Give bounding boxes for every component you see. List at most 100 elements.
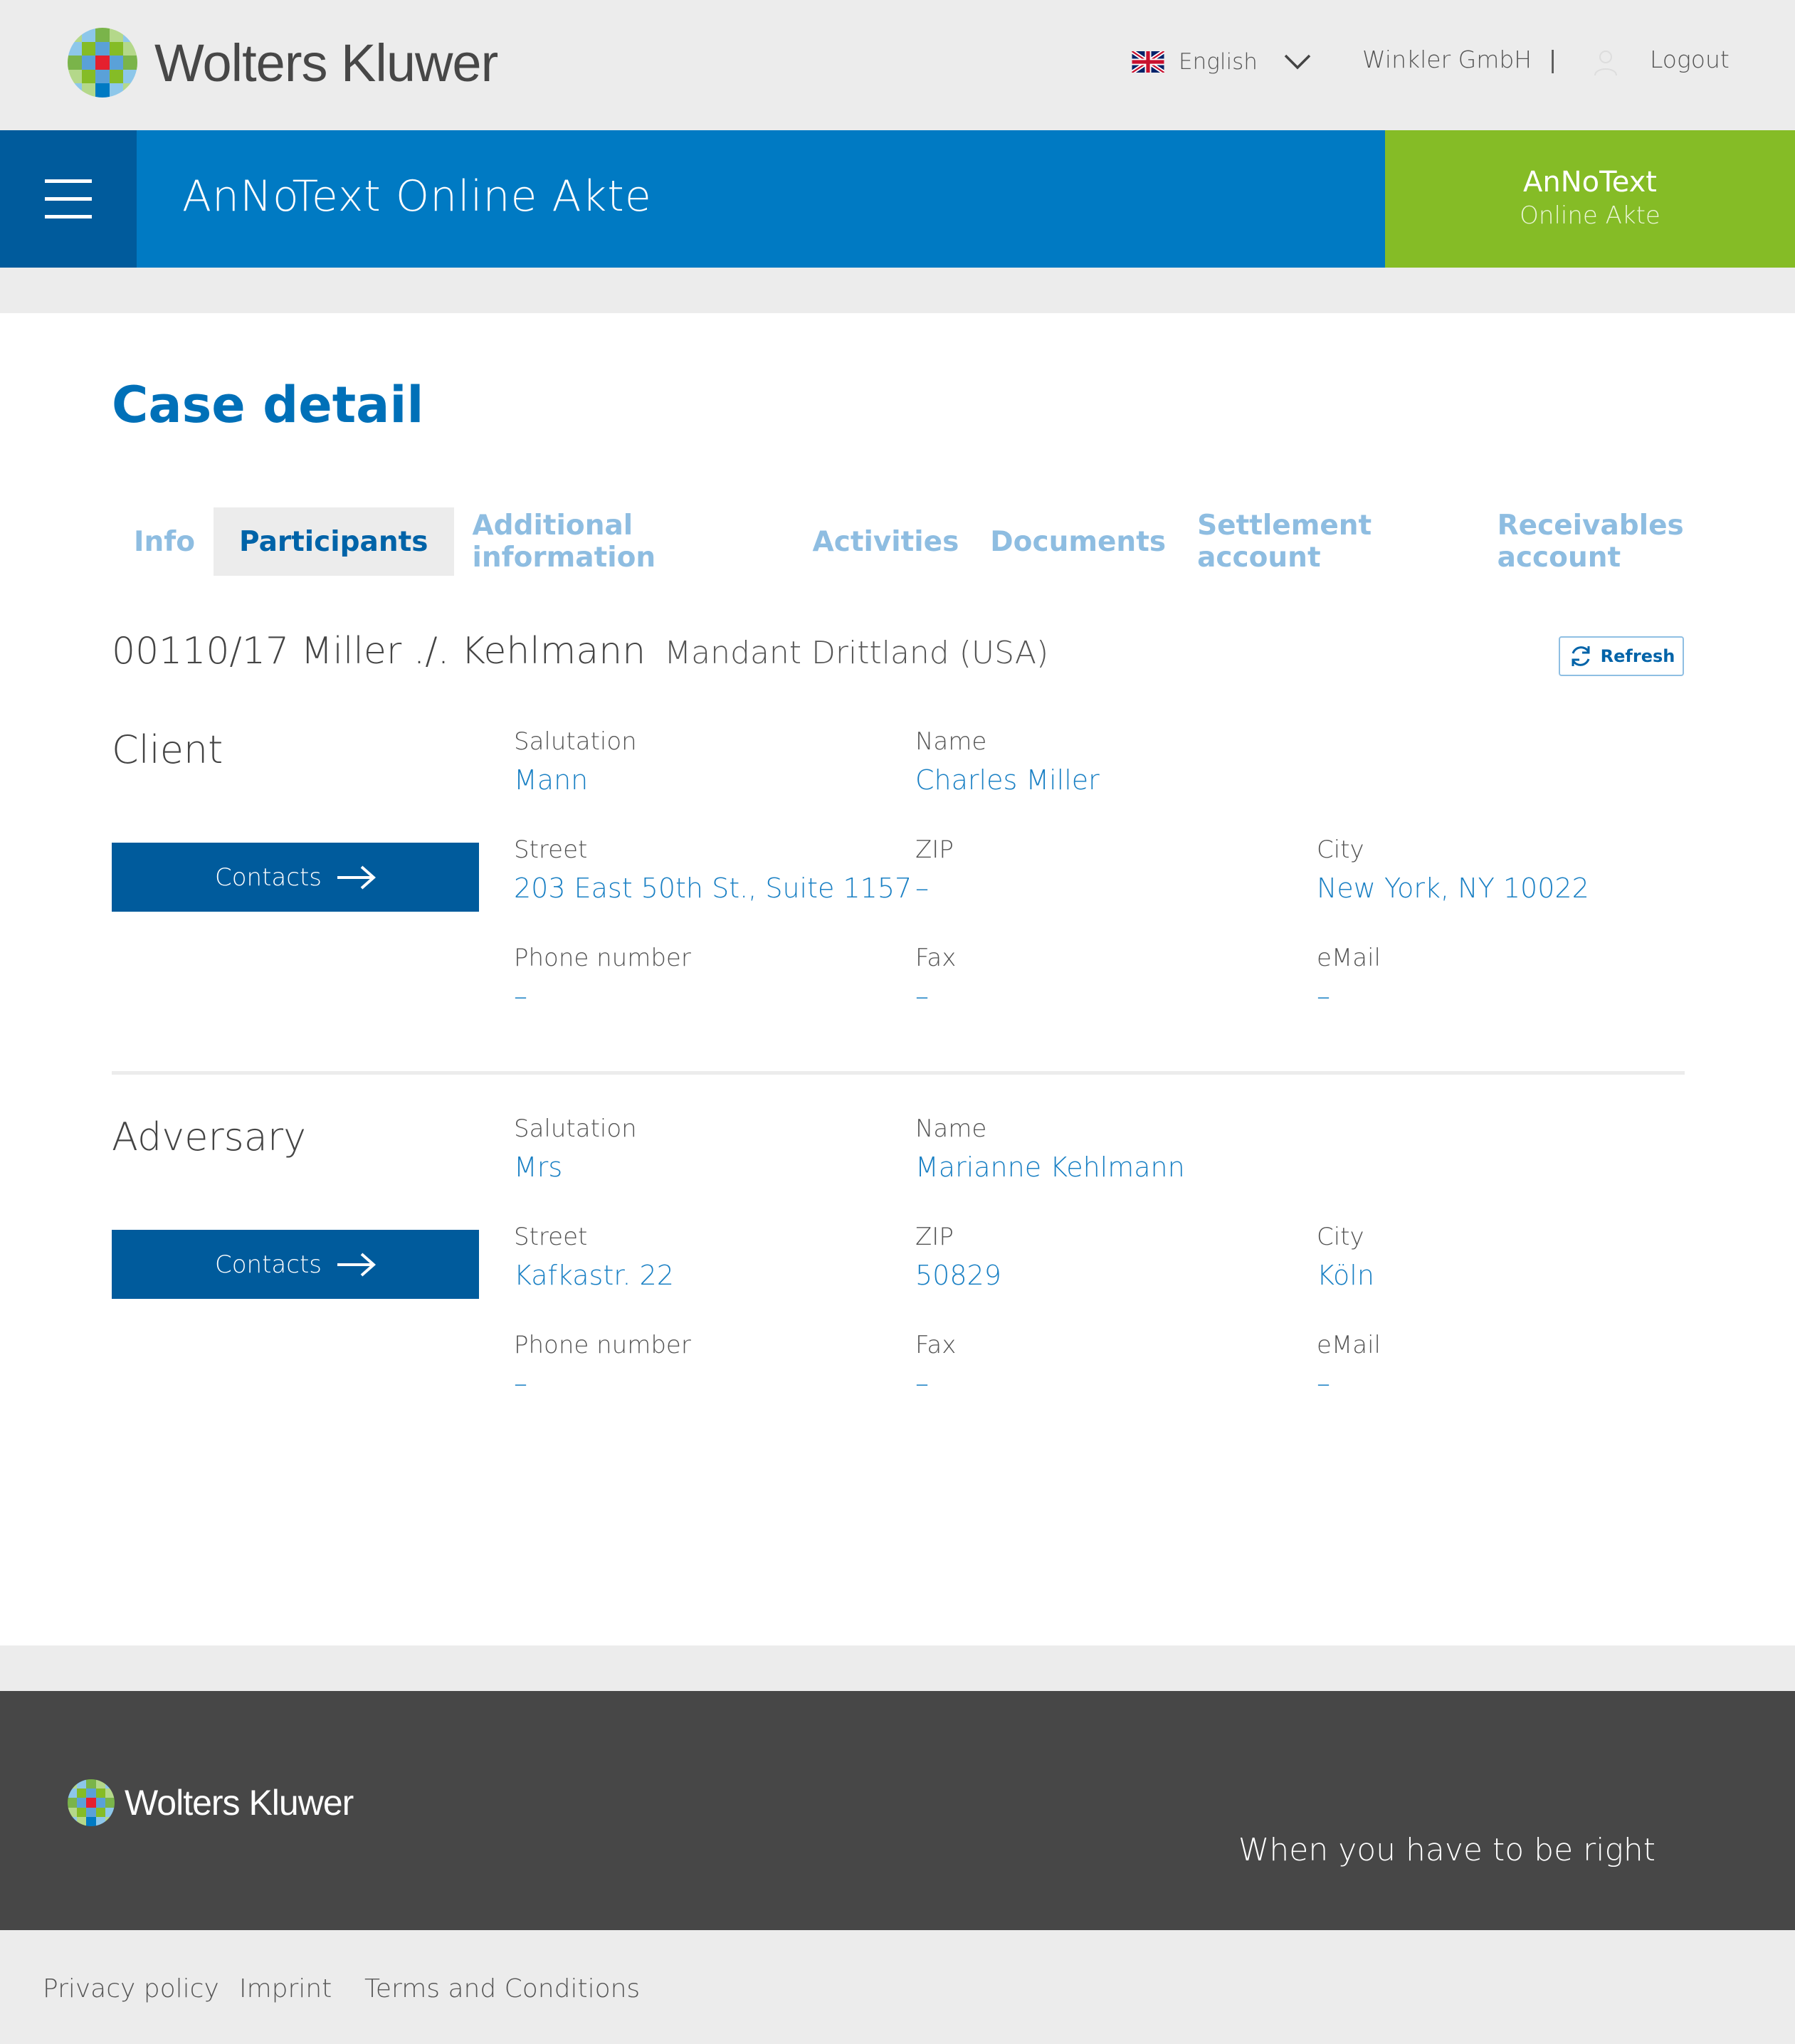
field-label: Fax — [915, 944, 957, 972]
app-title: AnNoText Online Akte — [182, 172, 652, 221]
field-label: Salutation — [514, 727, 637, 756]
refresh-button[interactable]: Refresh — [1559, 636, 1684, 676]
adversary-fax-value: – — [915, 1368, 929, 1399]
menu-line — [45, 179, 92, 183]
section-divider — [112, 1071, 1685, 1075]
tab-participants[interactable]: Participants — [214, 507, 454, 576]
field-label: Name — [915, 727, 987, 756]
adversary-city-value: Köln — [1317, 1260, 1374, 1291]
footer-logo-text: Wolters Kluwer — [125, 1783, 354, 1823]
hamburger-menu-button[interactable] — [0, 130, 137, 268]
adversary-zip-field: ZIP 50829 — [915, 1223, 1001, 1291]
case-tabs: Info Participants Additional information… — [121, 507, 1795, 576]
tab-additional-information[interactable]: Additional information — [460, 507, 794, 576]
product-brand-name: AnNoText — [1522, 166, 1657, 199]
footer: Wolters Kluwer When you have to be right — [0, 1691, 1795, 1930]
client-street-value: 203 East 50th St., Suite 1157 — [514, 873, 912, 904]
field-label: Fax — [915, 1331, 957, 1359]
header-separator: | — [1549, 46, 1557, 73]
adversary-phone-value: – — [514, 1368, 527, 1399]
field-label: Name — [915, 1115, 987, 1143]
tab-documents[interactable]: Documents — [977, 507, 1179, 576]
adversary-salutation-field: Salutation Mrs — [514, 1115, 637, 1183]
client-name-value: Charles Miller — [915, 764, 1100, 796]
footer-logo-mark-icon — [68, 1779, 115, 1826]
contacts-label: Contacts — [215, 1250, 322, 1279]
client-street-field: Street 203 East 50th St., Suite 1157 — [514, 836, 912, 904]
client-phone-value: – — [514, 981, 527, 1012]
client-salutation-field: Salutation Mann — [514, 727, 637, 796]
tab-receivables-account[interactable]: Receivables account — [1485, 507, 1789, 576]
field-label: ZIP — [915, 836, 954, 864]
arrow-right-icon — [337, 865, 376, 889]
menu-line — [45, 215, 92, 218]
refresh-icon — [1572, 646, 1590, 666]
client-email-field: eMail – — [1317, 944, 1381, 1012]
language-selector[interactable]: English — [1132, 44, 1312, 80]
arrow-right-icon — [337, 1253, 376, 1276]
adversary-city-field: City Köln — [1317, 1223, 1374, 1291]
imprint-link[interactable]: Imprint — [239, 1974, 332, 2003]
field-label: eMail — [1317, 944, 1381, 972]
field-label: Phone number — [514, 1331, 691, 1359]
footer-links-bar: Privacy policy Imprint Terms and Conditi… — [0, 1930, 1795, 2044]
product-brand-subtitle: Online Akte — [1520, 201, 1660, 230]
client-zip-value: – — [915, 873, 929, 904]
field-label: Salutation — [514, 1115, 637, 1143]
client-city-value: New York, NY 10022 — [1317, 873, 1589, 904]
company-name: Winkler GmbH — [1362, 46, 1532, 73]
client-email-value: – — [1317, 981, 1330, 1012]
adversary-street-value: Kafkastr. 22 — [514, 1260, 674, 1291]
chevron-down-icon — [1284, 54, 1311, 70]
tab-info[interactable]: Info — [121, 507, 208, 576]
logout-link[interactable]: Logout — [1650, 46, 1730, 73]
client-phone-field: Phone number – — [514, 944, 691, 1012]
terms-and-conditions-link[interactable]: Terms and Conditions — [364, 1974, 640, 2003]
privacy-policy-link[interactable]: Privacy policy — [43, 1974, 219, 2003]
user-icon — [1594, 51, 1617, 76]
top-header: Wolters Kluwer English Winkler GmbH | Lo… — [0, 0, 1795, 130]
refresh-label: Refresh — [1600, 646, 1675, 666]
client-title: Client — [112, 727, 223, 772]
footer-logo[interactable]: Wolters Kluwer — [68, 1779, 354, 1826]
adversary-phone-field: Phone number – — [514, 1331, 691, 1399]
menu-line — [45, 197, 92, 201]
adversary-email-value: – — [1317, 1368, 1330, 1399]
client-city-field: City New York, NY 10022 — [1317, 836, 1589, 904]
field-label: ZIP — [915, 1223, 954, 1251]
tab-activities[interactable]: Activities — [800, 507, 972, 576]
field-label: City — [1317, 836, 1364, 864]
wolters-kluwer-logo[interactable]: Wolters Kluwer — [68, 27, 498, 98]
case-heading: 00110/17 Miller ./. Kehlmann Mandant Dri… — [112, 630, 1048, 673]
field-label: Phone number — [514, 944, 691, 972]
case-subtitle: Mandant Drittland (USA) — [664, 635, 1049, 671]
adversary-title: Adversary — [112, 1115, 307, 1159]
product-brand-box[interactable]: AnNoText Online Akte — [1385, 130, 1795, 268]
field-label: eMail — [1317, 1331, 1381, 1359]
adversary-fax-field: Fax – — [915, 1331, 956, 1399]
adversary-zip-value: 50829 — [915, 1260, 1001, 1291]
client-contacts-button[interactable]: Contacts — [112, 843, 479, 912]
logo-mark-icon — [68, 28, 137, 98]
adversary-name-value: Marianne Kehlmann — [915, 1152, 1185, 1183]
contacts-label: Contacts — [215, 863, 322, 892]
adversary-salutation-value: Mrs — [514, 1152, 563, 1183]
footer-tagline: When you have to be right — [1238, 1832, 1655, 1868]
page-title: Case detail — [112, 376, 424, 434]
main-content: Case detail Info Participants Additional… — [0, 313, 1795, 1645]
client-salutation-value: Mann — [514, 764, 589, 796]
adversary-email-field: eMail – — [1317, 1331, 1381, 1399]
logo-text: Wolters Kluwer — [154, 33, 498, 93]
field-label: Street — [514, 1223, 588, 1251]
client-fax-value: – — [915, 981, 929, 1012]
language-label: English — [1179, 49, 1258, 75]
field-label: Street — [514, 836, 588, 864]
client-name-field: Name Charles Miller — [915, 727, 1100, 796]
client-fax-field: Fax – — [915, 944, 956, 1012]
tab-settlement-account[interactable]: Settlement account — [1184, 507, 1479, 576]
uk-flag-icon — [1132, 51, 1164, 73]
adversary-street-field: Street Kafkastr. 22 — [514, 1223, 674, 1291]
client-zip-field: ZIP – — [915, 836, 954, 904]
adversary-contacts-button[interactable]: Contacts — [112, 1230, 479, 1299]
app-bar: AnNoText Online Akte AnNoText Online Akt… — [0, 130, 1795, 268]
